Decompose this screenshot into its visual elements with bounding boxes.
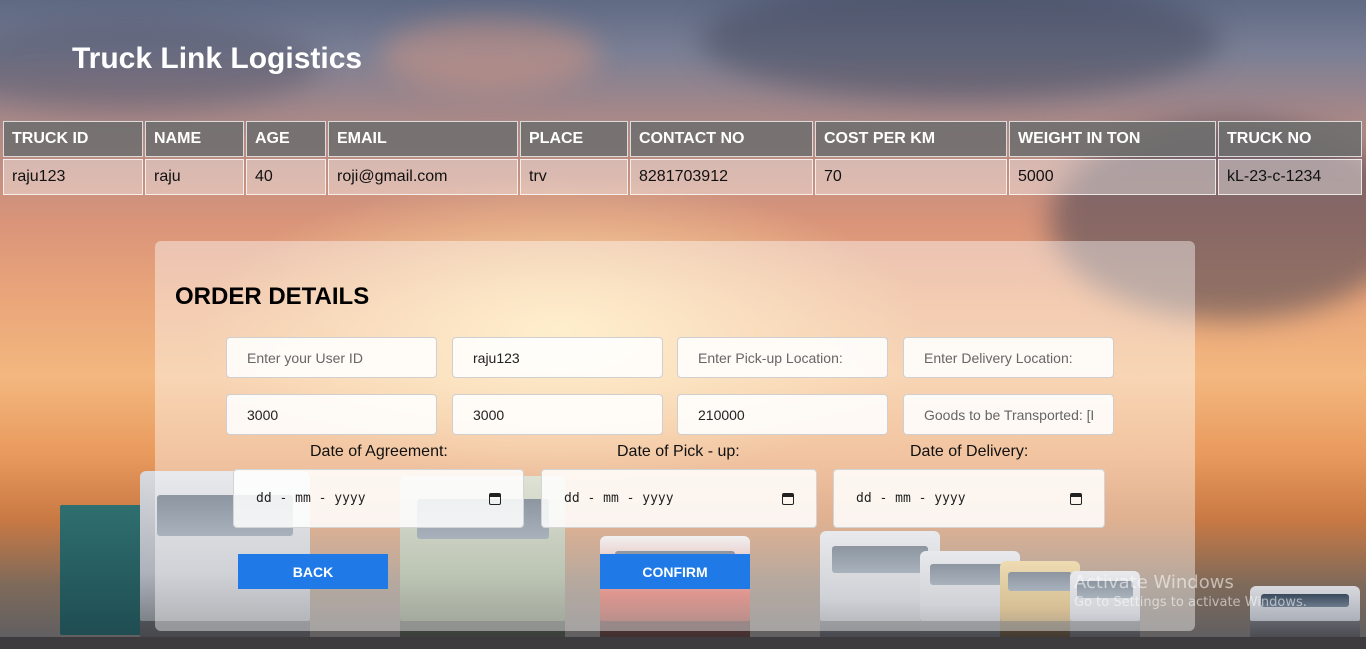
pickup-date-value: dd - mm - yyyy — [564, 491, 674, 506]
activate-windows-watermark: Activate Windows Go to Settings to activ… — [1074, 572, 1307, 610]
confirm-button[interactable]: CONFIRM — [600, 554, 750, 589]
cloud — [700, 0, 1220, 100]
cloud — [380, 20, 600, 90]
order-details-title: ORDER DETAILS — [175, 283, 370, 310]
column-header-age: AGE — [246, 121, 326, 157]
calendar-icon[interactable] — [489, 492, 501, 505]
order-details-panel: ORDER DETAILS Date of Agreement: Date of… — [155, 241, 1195, 631]
watermark-subtitle: Go to Settings to activate Windows. — [1074, 595, 1307, 610]
total-cost-input[interactable] — [677, 394, 888, 435]
delivery-date-label: Date of Delivery: — [910, 443, 1029, 460]
calendar-icon[interactable] — [1070, 492, 1082, 505]
delivery-date-value: dd - mm - yyyy — [856, 491, 966, 506]
agreement-date-input[interactable]: dd - mm - yyyy — [233, 469, 524, 528]
column-header-name: NAME — [145, 121, 244, 157]
ground — [0, 637, 1366, 649]
weight-input[interactable] — [452, 394, 663, 435]
back-button[interactable]: BACK — [238, 554, 388, 589]
cell-contact-no: 8281703912 — [630, 159, 813, 195]
table-header-row: TRUCK ID NAME AGE EMAIL PLACE CONTACT NO… — [3, 121, 1362, 157]
column-header-cost-per-km: COST PER KM — [815, 121, 1007, 157]
cell-truck-no: kL-23-c-1234 — [1218, 159, 1362, 195]
column-header-email: EMAIL — [328, 121, 518, 157]
truck-id-input[interactable] — [452, 337, 663, 378]
truck-details-table: TRUCK ID NAME AGE EMAIL PLACE CONTACT NO… — [1, 119, 1364, 197]
column-header-place: PLACE — [520, 121, 628, 157]
cell-place: trv — [520, 159, 628, 195]
delivery-location-input[interactable] — [903, 337, 1114, 378]
cell-email: roji@gmail.com — [328, 159, 518, 195]
cell-cost-per-km: 70 — [815, 159, 1007, 195]
column-header-truck-no: TRUCK NO — [1218, 121, 1362, 157]
watermark-title: Activate Windows — [1074, 572, 1234, 593]
table-row: raju123 raju 40 roji@gmail.com trv 82817… — [3, 159, 1362, 195]
cell-name: raju — [145, 159, 244, 195]
column-header-truck-id: TRUCK ID — [3, 121, 143, 157]
site-title: Truck Link Logistics — [72, 42, 363, 75]
agreement-date-value: dd - mm - yyyy — [256, 491, 366, 506]
delivery-date-input[interactable]: dd - mm - yyyy — [833, 469, 1105, 528]
pickup-date-label: Date of Pick - up: — [617, 443, 740, 460]
pickup-date-input[interactable]: dd - mm - yyyy — [541, 469, 817, 528]
distance-input[interactable] — [226, 394, 437, 435]
user-id-input[interactable] — [226, 337, 437, 378]
calendar-icon[interactable] — [782, 492, 794, 505]
goods-description-input[interactable] — [903, 394, 1114, 435]
cell-weight-in-ton: 5000 — [1009, 159, 1216, 195]
cell-age: 40 — [246, 159, 326, 195]
cell-truck-id: raju123 — [3, 159, 143, 195]
pickup-location-input[interactable] — [677, 337, 888, 378]
column-header-contact-no: CONTACT NO — [630, 121, 813, 157]
agreement-date-label: Date of Agreement: — [310, 443, 448, 460]
column-header-weight-in-ton: WEIGHT IN TON — [1009, 121, 1216, 157]
